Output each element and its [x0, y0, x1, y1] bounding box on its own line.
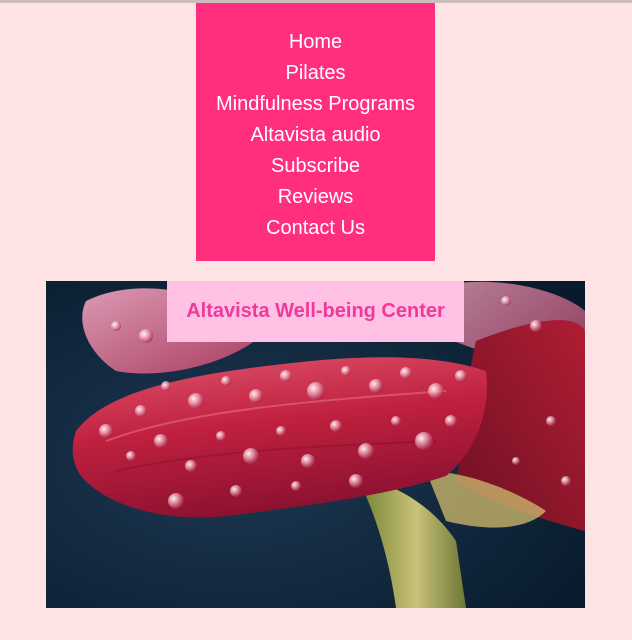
nav-link-reviews[interactable]: Reviews	[196, 182, 435, 213]
nav-item-audio: Altavista audio	[196, 120, 435, 151]
site-title: Altavista Well-being Center	[186, 300, 445, 322]
nav-item-home: Home	[196, 27, 435, 58]
site-title-box: Altavista Well-being Center	[167, 281, 464, 342]
nav-list: Home Pilates Mindfulness Programs Altavi…	[196, 27, 435, 244]
hero-banner: Altavista Well-being Center	[46, 281, 585, 608]
nav-item-contact: Contact Us	[196, 213, 435, 244]
nav-item-reviews: Reviews	[196, 182, 435, 213]
nav-link-contact-us[interactable]: Contact Us	[196, 213, 435, 244]
main-navigation: Home Pilates Mindfulness Programs Altavi…	[196, 3, 435, 261]
nav-item-subscribe: Subscribe	[196, 151, 435, 182]
nav-item-pilates: Pilates	[196, 58, 435, 89]
nav-link-subscribe[interactable]: Subscribe	[196, 151, 435, 182]
nav-item-mindfulness: Mindfulness Programs	[196, 89, 435, 120]
nav-link-home[interactable]: Home	[196, 27, 435, 58]
nav-link-pilates[interactable]: Pilates	[196, 58, 435, 89]
nav-link-altavista-audio[interactable]: Altavista audio	[196, 120, 435, 151]
nav-link-mindfulness-programs[interactable]: Mindfulness Programs	[196, 89, 435, 120]
